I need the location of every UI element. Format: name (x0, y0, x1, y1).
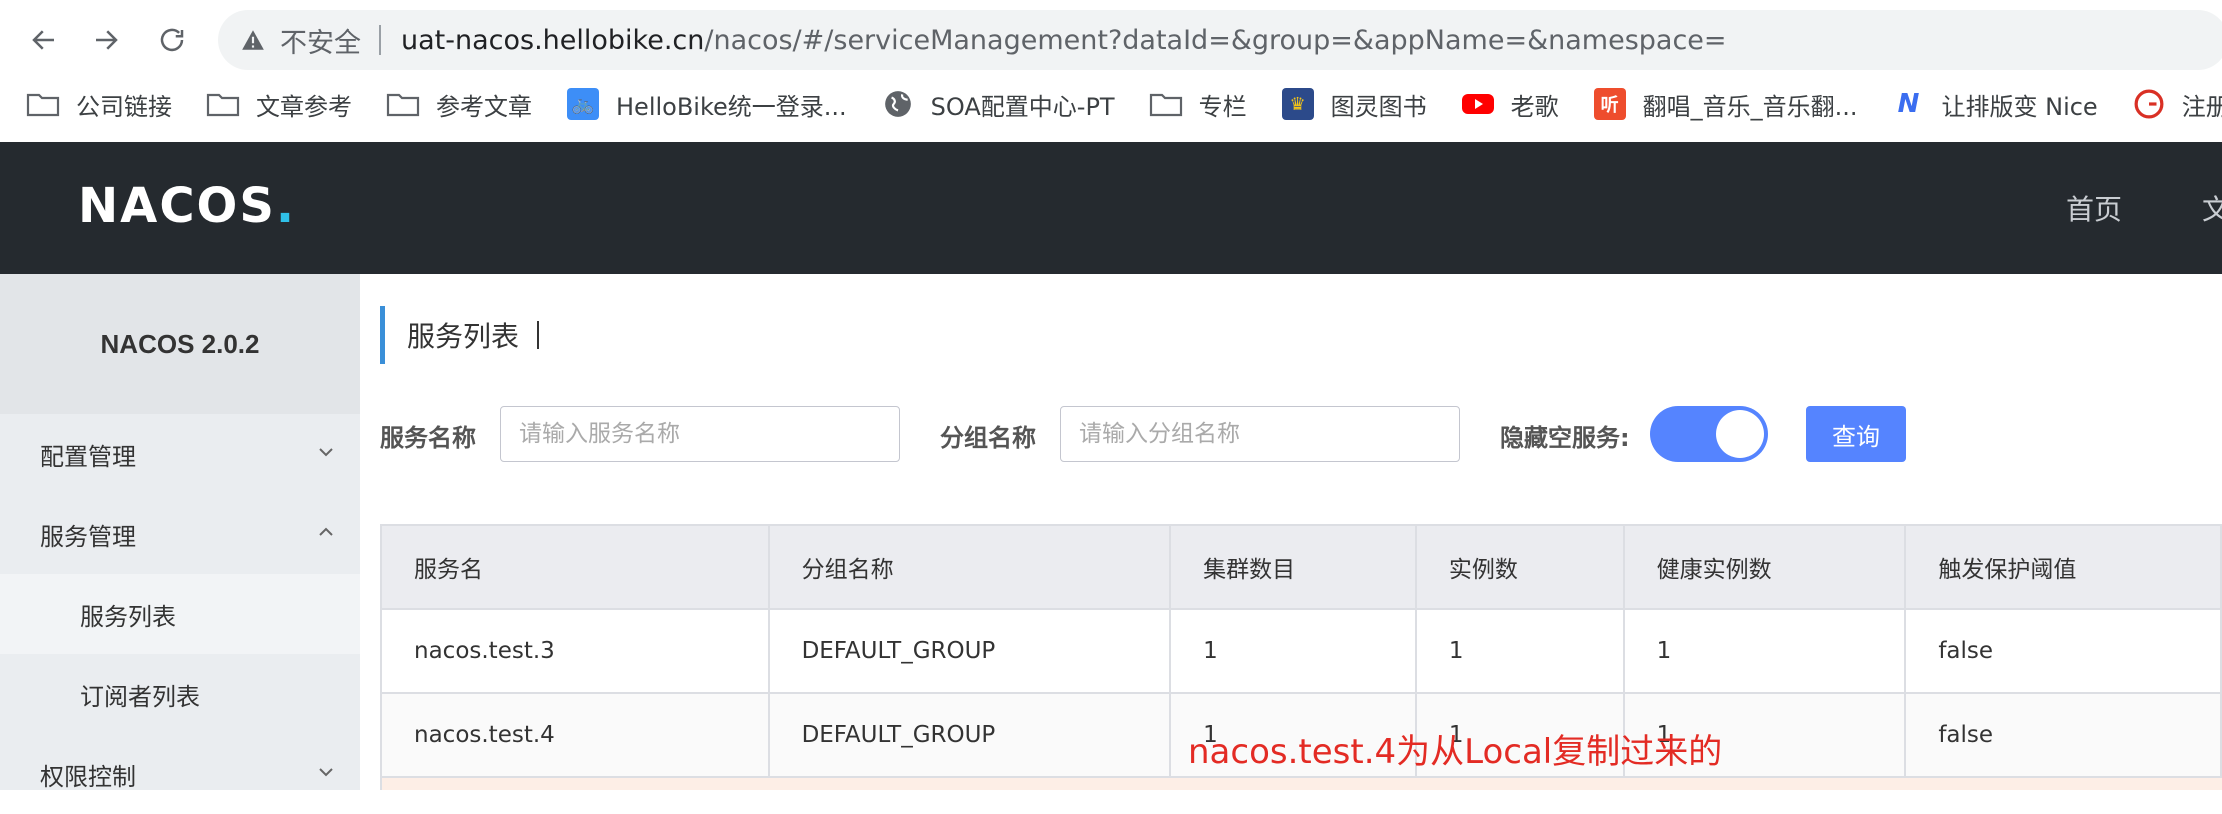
table-cell: 1 (1171, 610, 1417, 694)
sidebar-version: NACOS 2.0.2 (0, 274, 360, 414)
sidebar-item-label: 配置管理 (40, 442, 136, 471)
bookmark-item[interactable]: 专栏 (1149, 87, 1247, 122)
nav-docs[interactable]: 文 (2202, 188, 2222, 228)
nacos-logo[interactable]: NACOS. (78, 178, 296, 234)
bookmark-item[interactable]: N 让排版变 Nice (1891, 87, 2098, 122)
bookmark-item[interactable]: SOA配置中心-PT (881, 87, 1115, 122)
toggle-knob (1716, 410, 1764, 458)
bookmark-label: 文章参考 (256, 92, 352, 121)
arrow-left-icon (32, 30, 54, 50)
forward-button[interactable] (80, 14, 132, 66)
bookmark-item[interactable]: 听 翻唱_音乐_音乐翻... (1593, 87, 1858, 122)
back-button[interactable] (18, 14, 70, 66)
bookmark-label: 参考文章 (436, 92, 532, 121)
sidebar-item-service[interactable]: 服务管理 (0, 494, 360, 574)
bookmark-label: 公司链接 (76, 92, 172, 121)
bike-icon: 🚲 (566, 88, 600, 120)
youtube-icon (1461, 89, 1495, 119)
logo-dot: . (275, 178, 297, 234)
sidebar-item-label: 权限控制 (40, 762, 136, 791)
book-icon: ♛ (1281, 88, 1315, 120)
table-header-row: 服务名 分组名称 集群数目 实例数 健康实例数 触发保护阈值 (382, 526, 2222, 610)
table-cell: 1 (1416, 610, 1625, 694)
app-header: NACOS. 首页 文 (0, 142, 2222, 274)
bookmark-item[interactable]: 老歌 (1461, 87, 1559, 122)
music-icon: 听 (1593, 88, 1627, 120)
hide-empty-toggle[interactable] (1650, 406, 1768, 462)
warning-icon (242, 30, 264, 50)
sidebar-item-access-control[interactable]: 权限控制 (0, 734, 360, 814)
bookmark-label: 注册 - G (2181, 92, 2222, 121)
reload-icon (160, 28, 184, 52)
bookmark-item[interactable]: 注册 - G (2132, 87, 2222, 122)
bookmark-label: HelloBike统一登录... (616, 92, 847, 121)
url-path: /nacos/#/serviceManagement?dataId=&group… (704, 24, 1727, 56)
query-button[interactable]: 查询 (1806, 406, 1906, 462)
main-content: 服务列表 服务名称 分组名称 隐藏空服务: 查询 服务名 分组名称 集群数目 实… (360, 274, 2222, 790)
bookmark-item[interactable]: ♛ 图灵图书 (1281, 87, 1427, 122)
g-icon (2132, 89, 2166, 119)
nav-home[interactable]: 首页 (2066, 188, 2122, 228)
logo-text: NACOS (78, 178, 276, 234)
sidebar-subitem-subscriber-list[interactable]: 订阅者列表 (0, 654, 360, 734)
address-separator (379, 25, 381, 55)
globe-icon (881, 89, 915, 119)
table-row[interactable]: nacos.test.3 DEFAULT_GROUP 1 1 1 false (382, 610, 2222, 694)
folder-icon (26, 89, 60, 119)
folder-icon (206, 89, 240, 119)
bookmark-label: 老歌 (1510, 92, 1559, 121)
insecure-label: 不安全 (280, 27, 361, 59)
group-name-input[interactable] (1060, 406, 1460, 462)
title-caret (537, 321, 540, 349)
bookmark-label: 让排版变 Nice (1941, 92, 2098, 121)
column-header[interactable]: 服务名 (382, 526, 770, 610)
table-cell: 1 (1624, 610, 1907, 694)
column-header[interactable]: 触发保护阈值 (1906, 526, 2222, 610)
chevron-up-icon (319, 527, 333, 536)
sidebar-item-config[interactable]: 配置管理 (0, 414, 360, 494)
sidebar: NACOS 2.0.2 配置管理 服务管理 服务列表 订阅者列表 权限控制 (0, 274, 360, 791)
column-header[interactable]: 健康实例数 (1624, 526, 1907, 610)
bookmark-item[interactable]: 公司链接 (26, 87, 172, 122)
table-row-partial[interactable] (382, 778, 2222, 790)
column-header[interactable]: 集群数目 (1171, 526, 1417, 610)
bookmark-label: 专栏 (1198, 92, 1247, 121)
chevron-down-icon (319, 448, 333, 457)
bookmark-label: 图灵图书 (1330, 92, 1427, 121)
nice-icon: N (1897, 89, 1920, 119)
chevron-down-icon (319, 768, 333, 777)
page-title-text: 服务列表 (407, 320, 520, 353)
table-cell: DEFAULT_GROUP (769, 610, 1172, 694)
column-header[interactable]: 实例数 (1416, 526, 1625, 610)
group-name-label: 分组名称 (940, 424, 1036, 452)
table-cell: nacos.test.4 (382, 694, 770, 778)
reload-button[interactable] (146, 14, 198, 66)
bookmarks-bar: 公司链接 文章参考 参考文章 🚲 HelloBike统一登录... SOA配置中… (0, 80, 2222, 128)
table-cell: false (1906, 694, 2222, 778)
table-cell: nacos.test.3 (382, 610, 770, 694)
annotation-note: nacos.test.4为从Local复制过来的 (1188, 732, 1723, 772)
service-name-input[interactable] (500, 406, 900, 462)
hide-empty-label: 隐藏空服务: (1500, 424, 1630, 452)
folder-icon (386, 89, 420, 119)
column-header[interactable]: 分组名称 (769, 526, 1172, 610)
browser-chrome: 不安全 uat-nacos.hellobike.cn/nacos/#/servi… (0, 0, 2222, 142)
service-name-label: 服务名称 (380, 424, 476, 452)
folder-icon (1149, 89, 1183, 119)
table-cell: false (1906, 610, 2222, 694)
table-cell: DEFAULT_GROUP (769, 694, 1172, 778)
sidebar-item-label: 服务管理 (40, 522, 136, 551)
bookmark-label: SOA配置中心-PT (930, 92, 1115, 121)
page-title: 服务列表 (380, 306, 540, 364)
bookmark-item[interactable]: 🚲 HelloBike统一登录... (566, 87, 847, 122)
arrow-right-icon (96, 30, 118, 50)
bookmark-item[interactable]: 参考文章 (386, 87, 532, 122)
bookmark-label: 翻唱_音乐_音乐翻... (1642, 92, 1858, 121)
url-host: uat-nacos.hellobike.cn (401, 24, 705, 56)
address-bar[interactable]: 不安全 uat-nacos.hellobike.cn/nacos/#/servi… (218, 10, 2222, 70)
bookmark-item[interactable]: 文章参考 (206, 87, 352, 122)
sidebar-subitem-service-list[interactable]: 服务列表 (0, 574, 360, 654)
